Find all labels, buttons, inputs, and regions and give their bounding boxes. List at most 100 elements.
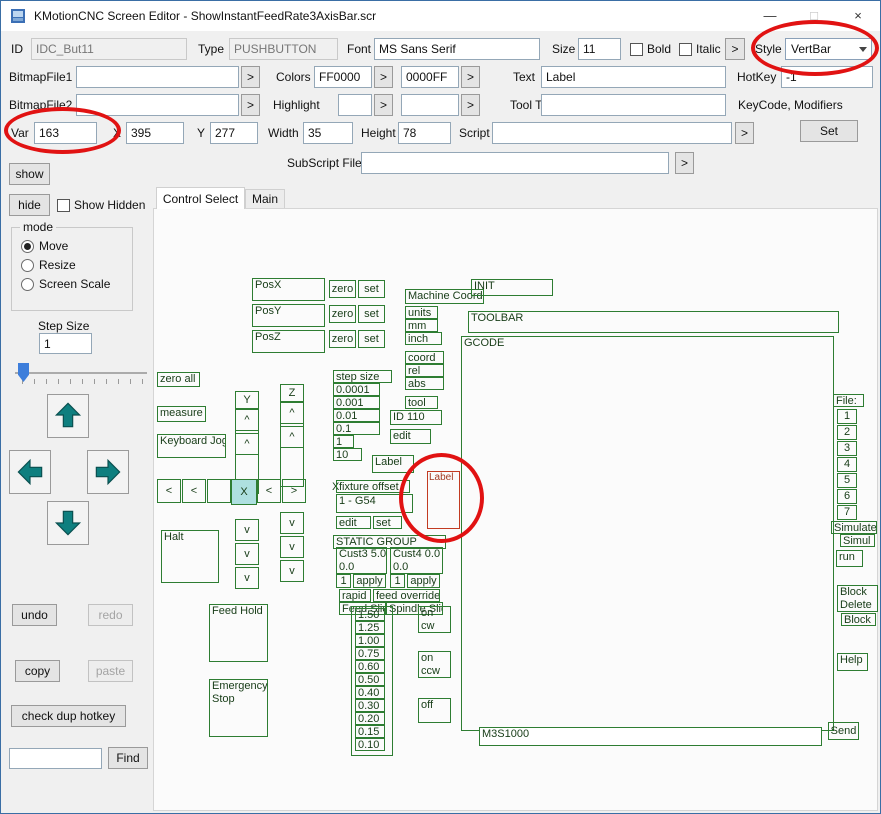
- radio-resize-circle[interactable]: [21, 259, 34, 272]
- undo-button[interactable]: undo: [12, 604, 57, 626]
- keyboard-jog-button[interactable]: Keyboard Jog: [157, 434, 226, 458]
- step-size-box[interactable]: step size: [333, 370, 392, 383]
- jog-left-button[interactable]: [9, 450, 51, 494]
- jog-right-button[interactable]: [87, 450, 129, 494]
- x-jog-right-cell[interactable]: >: [282, 479, 306, 503]
- z-jog-down-cell[interactable]: v: [280, 560, 304, 582]
- redo-button[interactable]: redo: [88, 604, 133, 626]
- rapid-label[interactable]: rapid: [339, 589, 371, 602]
- mm-radio[interactable]: mm: [405, 319, 438, 332]
- cust4-display[interactable]: Cust4 0.0 0.0: [390, 547, 443, 574]
- axis-z-header[interactable]: Z: [280, 384, 304, 402]
- var-field[interactable]: [34, 122, 97, 144]
- y-jog-down-cell[interactable]: v: [235, 543, 259, 565]
- size-field[interactable]: [578, 38, 621, 60]
- posx-display[interactable]: PosX: [252, 278, 325, 301]
- find-button[interactable]: Find: [108, 747, 148, 769]
- color1-picker-button[interactable]: >: [374, 66, 393, 88]
- init-button[interactable]: INIT: [471, 279, 553, 296]
- slider-value-item[interactable]: 0.15: [355, 725, 385, 738]
- jog-down-button[interactable]: [47, 501, 89, 545]
- radio-screen-scale-circle[interactable]: [21, 278, 34, 291]
- slider-value-item[interactable]: 1.50: [355, 608, 385, 621]
- bitmap1-browse-button[interactable]: >: [241, 66, 260, 88]
- file-slot-button[interactable]: 6: [837, 489, 857, 504]
- set-y-button[interactable]: set: [358, 305, 385, 323]
- show-hidden-checkbox[interactable]: Show Hidden: [57, 198, 145, 212]
- step-value-item[interactable]: 0.01: [333, 409, 380, 422]
- check-dup-hotkey-button[interactable]: check dup hotkey: [11, 705, 126, 727]
- spindle-on-cw-button[interactable]: on cw: [418, 606, 451, 633]
- z-jog-down-cell[interactable]: v: [280, 512, 304, 534]
- gcode-box[interactable]: GCODE: [461, 336, 834, 731]
- tab-control-select[interactable]: Control Select: [156, 187, 245, 209]
- radio-resize[interactable]: Resize: [21, 258, 76, 272]
- height-field[interactable]: [398, 122, 451, 144]
- slider-value-item[interactable]: 0.30: [355, 699, 385, 712]
- step-value-item[interactable]: 0.001: [333, 396, 380, 409]
- step-value-item[interactable]: 1: [333, 435, 354, 448]
- cust3-display[interactable]: Cust3 5.0 0.0: [336, 547, 387, 574]
- slider-value-item[interactable]: 1.00: [355, 634, 385, 647]
- feed-override-label[interactable]: feed override: [373, 589, 440, 602]
- tool-label[interactable]: tool: [405, 396, 438, 409]
- paste-button[interactable]: paste: [88, 660, 133, 682]
- slider-value-item[interactable]: 0.60: [355, 660, 385, 673]
- radio-move[interactable]: Move: [21, 239, 68, 253]
- slider-value-item[interactable]: 0.40: [355, 686, 385, 699]
- tool-edit-button[interactable]: edit: [390, 429, 431, 444]
- file-slot-button[interactable]: 2: [837, 425, 857, 440]
- z-jog-down-cell[interactable]: v: [280, 536, 304, 558]
- fixture-edit-button[interactable]: edit: [336, 516, 371, 529]
- inch-radio[interactable]: inch: [405, 332, 442, 345]
- run-button[interactable]: run: [836, 550, 863, 567]
- selected-vertbar-control[interactable]: Label: [427, 471, 460, 529]
- posz-display[interactable]: PosZ: [252, 330, 325, 353]
- copy-button[interactable]: copy: [15, 660, 60, 682]
- file-slot-button[interactable]: 5: [837, 473, 857, 488]
- script-field[interactable]: [492, 122, 732, 144]
- x-field[interactable]: [126, 122, 184, 144]
- maximize-button[interactable]: □: [792, 1, 836, 30]
- cust3-apply-button[interactable]: apply: [353, 574, 386, 588]
- step-size-field[interactable]: [39, 333, 92, 354]
- step-slider[interactable]: [13, 361, 149, 393]
- mdi-input[interactable]: M3S1000: [479, 727, 822, 746]
- cust3-input[interactable]: 1: [336, 574, 351, 588]
- bitmap2-browse-button[interactable]: >: [241, 94, 260, 116]
- spindle-on-ccw-button[interactable]: on ccw: [418, 651, 451, 678]
- help-button[interactable]: Help: [837, 653, 868, 671]
- spindle-off-button[interactable]: off: [418, 698, 451, 723]
- screen-canvas[interactable]: PosX zero set PosY zero set PosZ zero se…: [153, 208, 878, 811]
- cust4-input[interactable]: 1: [390, 574, 405, 588]
- simulate-checkbox[interactable]: Simulate: [831, 521, 877, 534]
- italic-checkbox[interactable]: Italic: [679, 42, 721, 56]
- zero-all-button[interactable]: zero all: [157, 372, 200, 387]
- hide-button[interactable]: hide: [9, 194, 50, 216]
- axis-x-header[interactable]: X: [231, 479, 257, 505]
- radio-screen-scale[interactable]: Screen Scale: [21, 277, 110, 291]
- font-field[interactable]: [374, 38, 540, 60]
- highlight1-field[interactable]: [338, 94, 372, 116]
- file-slot-button[interactable]: 7: [837, 505, 857, 520]
- simul-checkbox[interactable]: Simul: [840, 534, 875, 547]
- hotkey-field[interactable]: [781, 66, 873, 88]
- bold-checkbox[interactable]: Bold: [630, 42, 671, 56]
- feed-hold-button[interactable]: Feed Hold: [209, 604, 268, 662]
- set-z-button[interactable]: set: [358, 330, 385, 348]
- zero-y-button[interactable]: zero: [329, 305, 356, 323]
- text-field[interactable]: [541, 66, 726, 88]
- y-jog-up-cell[interactable]: ^: [235, 433, 259, 455]
- color2-field[interactable]: [401, 66, 459, 88]
- tooltip-field[interactable]: [541, 94, 726, 116]
- rel-radio[interactable]: rel: [405, 364, 444, 377]
- highlight1-picker-button[interactable]: >: [374, 94, 393, 116]
- subscript-field[interactable]: [361, 152, 669, 174]
- measure-button[interactable]: measure: [157, 406, 206, 422]
- italic-checkbox-box[interactable]: [679, 43, 692, 56]
- step-value-item[interactable]: 0.1: [333, 422, 380, 435]
- width-field[interactable]: [303, 122, 353, 144]
- fixture-offset-label[interactable]: fixture offset: [336, 480, 410, 493]
- color1-field[interactable]: [314, 66, 372, 88]
- y-jog-down-cell[interactable]: v: [235, 519, 259, 541]
